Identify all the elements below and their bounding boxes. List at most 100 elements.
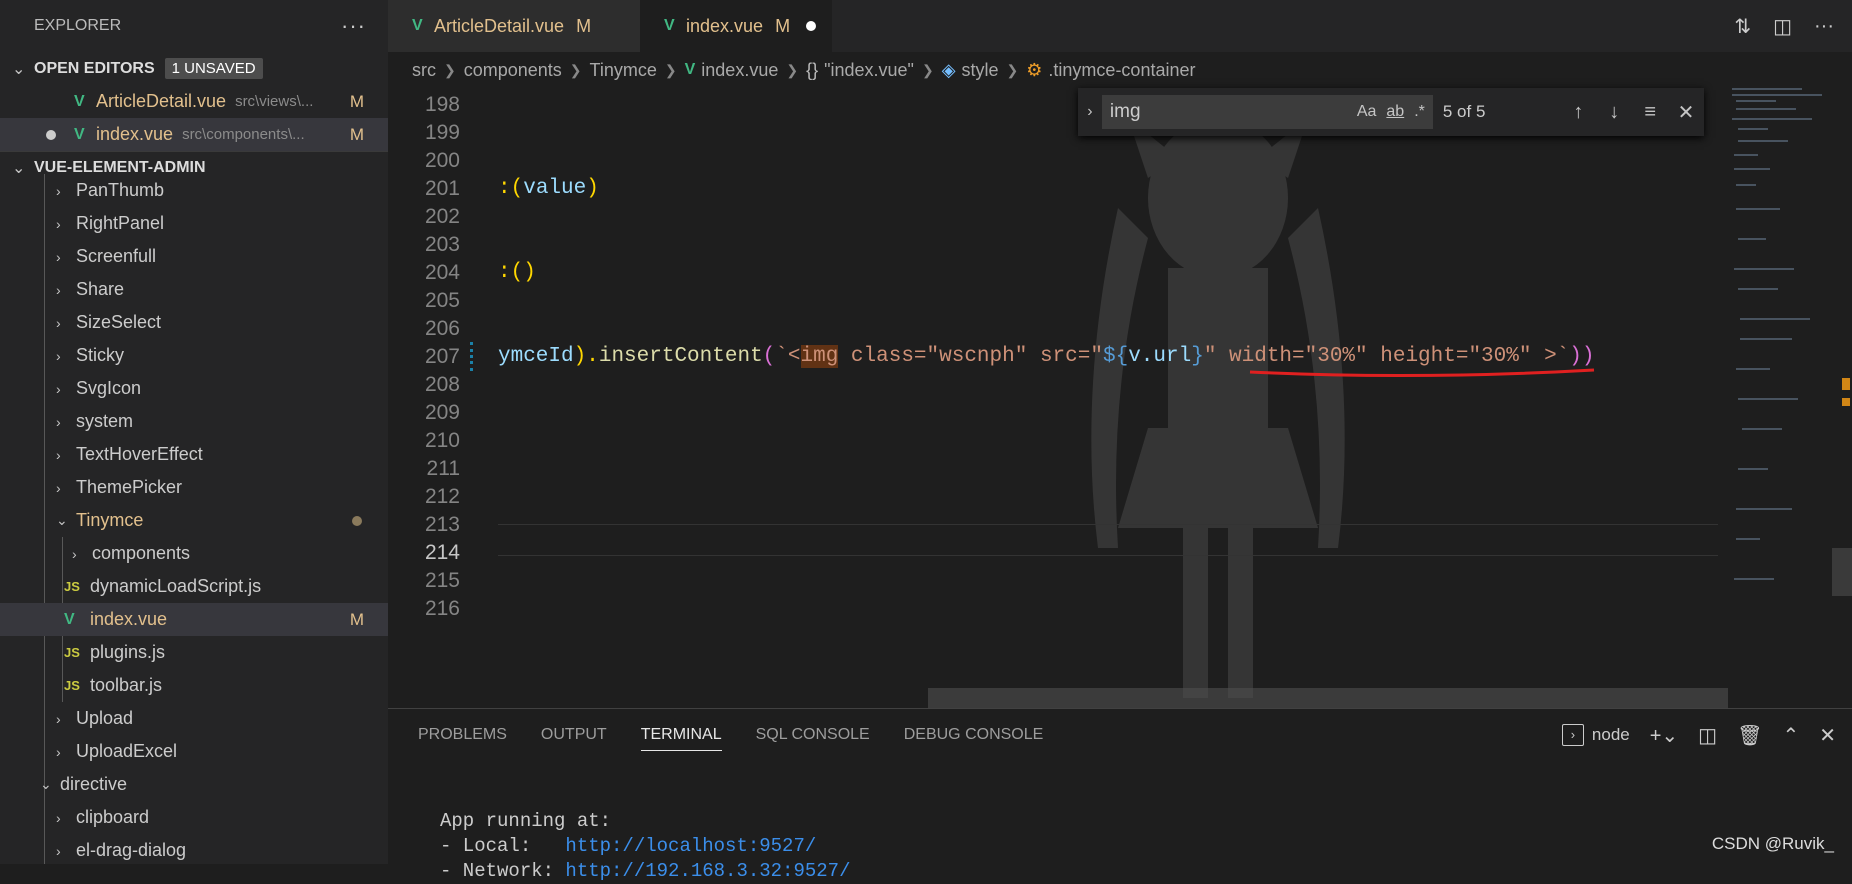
tree-folder[interactable]: › Upload bbox=[0, 702, 388, 735]
tree-folder[interactable]: › PanThumb bbox=[0, 174, 388, 207]
explorer-title: EXPLORER bbox=[34, 17, 122, 34]
close-icon[interactable]: ✕ bbox=[1668, 100, 1704, 125]
chevron-right-icon: ❯ bbox=[786, 61, 799, 78]
tree-item-label: Sticky bbox=[76, 345, 125, 365]
modified-badge: M bbox=[775, 15, 791, 36]
chevron-right-icon: ❯ bbox=[921, 61, 934, 78]
vue-file-icon: V bbox=[684, 61, 696, 78]
tree-file[interactable]: JS toolbar.js bbox=[0, 669, 388, 702]
tree-folder[interactable]: › SizeSelect bbox=[0, 306, 388, 339]
unsaved-dot-icon[interactable] bbox=[46, 130, 56, 140]
match-case-icon[interactable]: Aa bbox=[1357, 103, 1377, 121]
close-icon[interactable]: ✕ bbox=[1819, 723, 1836, 748]
tree-item-label: Upload bbox=[76, 708, 134, 728]
chevron-right-icon: › bbox=[56, 248, 61, 265]
vue-file-icon: V bbox=[74, 92, 85, 110]
explorer-sidebar: EXPLORER ··· ⌄ OPEN EDITORS 1 UNSAVED V … bbox=[0, 0, 388, 864]
new-terminal-icon[interactable]: +⌄ bbox=[1650, 723, 1678, 748]
editor-tab-bar: V ArticleDetail.vue M V index.vue M ⇅ ◫ … bbox=[388, 0, 1852, 52]
chevron-up-icon[interactable]: ⌃ bbox=[1782, 723, 1799, 748]
chevron-down-icon: ⌄ bbox=[40, 776, 52, 792]
more-actions-icon[interactable]: ··· bbox=[341, 13, 366, 39]
git-change-marker bbox=[470, 342, 476, 371]
split-terminal-icon[interactable]: ◫ bbox=[1698, 723, 1717, 748]
tree-folder[interactable]: › RightPanel bbox=[0, 207, 388, 240]
chevron-down-icon: ⌄ bbox=[12, 60, 26, 78]
arrow-up-icon[interactable]: ↑ bbox=[1560, 101, 1596, 124]
open-editors-header[interactable]: ⌄ OPEN EDITORS 1 UNSAVED bbox=[0, 52, 388, 85]
vue-file-icon: V bbox=[412, 17, 423, 34]
arrow-down-icon[interactable]: ↓ bbox=[1596, 101, 1632, 124]
terminal-name: node bbox=[1591, 725, 1630, 744]
panel-tabs: PROBLEMS OUTPUT TERMINAL SQL CONSOLE DEB… bbox=[418, 709, 1043, 761]
tree-item-label: PanThumb bbox=[76, 180, 165, 200]
open-editor-item[interactable]: V ArticleDetail.vue src\views\... M bbox=[0, 85, 388, 118]
find-input[interactable]: img Aa ab .* bbox=[1101, 95, 1433, 129]
tree-folder[interactable]: › ThemePicker bbox=[0, 471, 388, 504]
trash-icon[interactable]: 🗑 bbox=[1737, 723, 1762, 748]
chevron-right-icon: ❯ bbox=[1006, 61, 1019, 78]
terminal-link[interactable]: http://192.168.3.32:9527/ bbox=[565, 860, 850, 882]
tree-folder[interactable]: › UploadExcel bbox=[0, 735, 388, 768]
more-actions-icon[interactable]: ··· bbox=[1814, 15, 1834, 38]
tab-article-detail[interactable]: V ArticleDetail.vue M bbox=[388, 0, 640, 52]
open-editor-item[interactable]: V index.vue src\components\... M bbox=[0, 118, 388, 151]
use-regex-icon[interactable]: .* bbox=[1414, 103, 1425, 121]
find-query: img bbox=[1109, 101, 1141, 122]
terminal-output[interactable]: App running at: - Local: http://localhos… bbox=[440, 809, 850, 884]
tree-file[interactable]: Vindex.vue M bbox=[0, 603, 388, 636]
find-in-selection-icon[interactable]: ≡ bbox=[1632, 101, 1668, 124]
chevron-right-icon: ❯ bbox=[569, 61, 582, 78]
breadcrumb-item[interactable]: src bbox=[412, 60, 436, 81]
vue-file-icon: V bbox=[664, 17, 675, 34]
tree-folder[interactable]: › clipboard bbox=[0, 801, 388, 834]
compare-changes-icon[interactable]: ⇅ bbox=[1734, 14, 1751, 39]
tree-folder[interactable]: › TextHoverEffect bbox=[0, 438, 388, 471]
editor-actions: ⇅ ◫ ··· bbox=[1734, 0, 1834, 52]
code-token: ymceId bbox=[498, 345, 574, 368]
tab-debug-console[interactable]: DEBUG CONSOLE bbox=[904, 726, 1044, 744]
breadcrumb-item[interactable]: Tinymce bbox=[590, 60, 657, 81]
split-editor-icon[interactable]: ◫ bbox=[1773, 14, 1792, 39]
tab-output[interactable]: OUTPUT bbox=[541, 726, 607, 744]
explorer-header: EXPLORER ··· bbox=[0, 0, 388, 52]
chevron-right-icon: › bbox=[56, 314, 61, 331]
breadcrumb-item[interactable]: components bbox=[464, 60, 562, 81]
breadcrumb-item[interactable]: .tinymce-container bbox=[1048, 60, 1195, 81]
code-editor[interactable]: 198 199 200 201 :(value) 202 203 204 :()… bbox=[388, 88, 1728, 708]
tree-folder[interactable]: › system bbox=[0, 405, 388, 438]
unsaved-dot-icon[interactable] bbox=[806, 21, 817, 31]
terminal-link[interactable]: http://localhost:9527/ bbox=[565, 835, 816, 857]
minimap-slider[interactable] bbox=[1832, 548, 1852, 596]
minimap[interactable] bbox=[1728, 88, 1852, 708]
match-whole-word-icon[interactable]: ab bbox=[1386, 103, 1404, 121]
tree-folder[interactable]: › Share bbox=[0, 273, 388, 306]
tab-sql-console[interactable]: SQL CONSOLE bbox=[756, 726, 870, 744]
breadcrumb-item[interactable]: style bbox=[962, 60, 999, 81]
tab-index-vue[interactable]: V index.vue M bbox=[640, 0, 832, 52]
tree-file[interactable]: JS dynamicLoadScript.js bbox=[0, 570, 388, 603]
tree-folder[interactable]: › components bbox=[0, 537, 388, 570]
terminal-selector[interactable]: › node bbox=[1561, 724, 1630, 746]
breadcrumb-item[interactable]: index.vue bbox=[701, 60, 778, 81]
tree-folder-open[interactable]: ⌄ Tinymce bbox=[0, 504, 388, 537]
chevron-right-icon: › bbox=[56, 479, 61, 496]
tree-file[interactable]: JS plugins.js bbox=[0, 636, 388, 669]
modified-badge: M bbox=[576, 15, 592, 36]
tree-item-label: toolbar.js bbox=[90, 675, 163, 695]
toggle-replace-icon[interactable]: › bbox=[1078, 103, 1102, 121]
tree-item-label: RightPanel bbox=[76, 213, 165, 233]
tree-folder[interactable]: › Sticky bbox=[0, 339, 388, 372]
open-editor-filename: index.vue bbox=[96, 124, 174, 144]
breadcrumb-item[interactable]: "index.vue" bbox=[824, 60, 914, 81]
find-options: Aa ab .* bbox=[1357, 95, 1425, 129]
tab-problems[interactable]: PROBLEMS bbox=[418, 726, 507, 744]
breadcrumb: src ❯ components ❯ Tinymce ❯ V index.vue… bbox=[388, 52, 1852, 88]
tree-folder[interactable]: › Screenfull bbox=[0, 240, 388, 273]
tab-terminal[interactable]: TERMINAL bbox=[640, 726, 722, 751]
tree-folder[interactable]: › SvgIcon bbox=[0, 372, 388, 405]
tree-folder[interactable]: › el-drag-dialog bbox=[0, 834, 388, 864]
tree-folder-open[interactable]: ⌄ directive bbox=[0, 768, 388, 801]
tree-item-label: UploadExcel bbox=[76, 741, 178, 761]
horizontal-scrollbar[interactable] bbox=[928, 688, 1728, 708]
